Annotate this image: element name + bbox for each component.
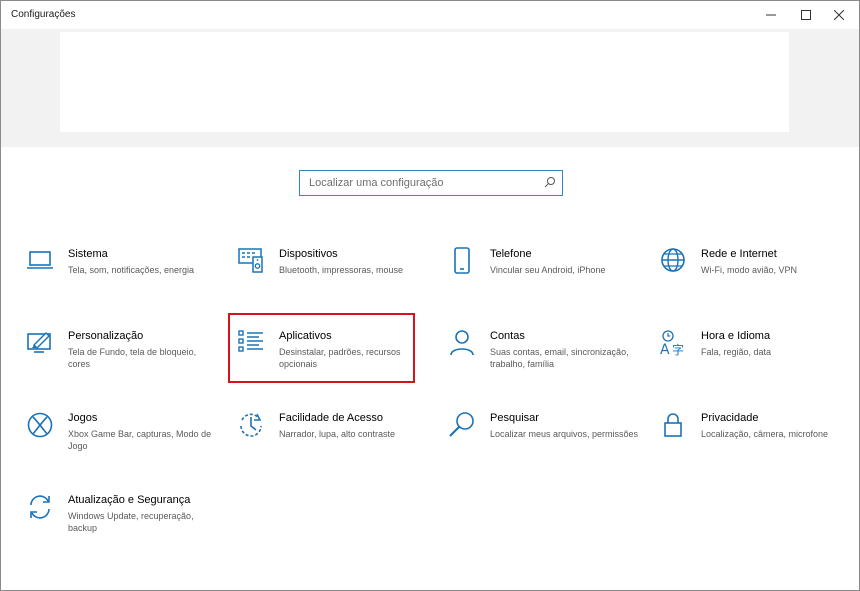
person-icon bbox=[450, 330, 474, 356]
svg-text:字: 字 bbox=[672, 342, 684, 357]
search-box[interactable]: Localizar uma configuração bbox=[299, 170, 563, 196]
title-bar[interactable]: Configurações bbox=[1, 1, 859, 29]
tile-title: Facilidade de Acesso bbox=[279, 412, 383, 424]
search-input[interactable]: Localizar uma configuração bbox=[309, 177, 444, 189]
account-header-card bbox=[60, 32, 789, 132]
tile-description: Vincular seu Android, iPhone bbox=[490, 265, 606, 275]
tile-description: Wi-Fi, modo avião, VPN bbox=[701, 265, 798, 275]
xbox-icon bbox=[27, 412, 53, 438]
close-icon bbox=[834, 10, 844, 20]
tile-description: Narrador, lupa, alto contraste bbox=[279, 429, 396, 439]
tile-title: Privacidade bbox=[701, 412, 759, 424]
tile-dispositivos[interactable]: Dispositivos Bluetooth, impressoras, mou… bbox=[237, 247, 437, 309]
language-icon: A 字 bbox=[660, 330, 684, 357]
tile-telefone[interactable]: Telefone Vincular seu Android, iPhone bbox=[448, 247, 648, 309]
devices-icon bbox=[238, 248, 263, 273]
tile-title: Rede e Internet bbox=[701, 248, 777, 260]
tile-description: Windows Update, recuperação, backup bbox=[68, 511, 194, 533]
tile-title: Telefone bbox=[490, 248, 532, 260]
phone-icon bbox=[454, 247, 470, 274]
tile-personalizacao[interactable]: Personalização Tela de Fundo, tela de bl… bbox=[26, 329, 226, 391]
tile-privacidade[interactable]: Privacidade Localização, câmera, microfo… bbox=[659, 411, 859, 473]
tile-description: Localização, câmera, microfone bbox=[701, 429, 829, 439]
tile-facilidade-acesso[interactable]: Facilidade de Acesso Narrador, lupa, alt… bbox=[237, 411, 437, 473]
magnifier-icon bbox=[449, 412, 474, 437]
tile-title: Sistema bbox=[68, 248, 108, 260]
tile-description: Xbox Game Bar, capturas, Modo de Jogo bbox=[68, 429, 212, 451]
tile-title: Jogos bbox=[68, 412, 98, 424]
tile-description: Suas contas, email, sincronização, traba… bbox=[490, 347, 629, 369]
tile-description: Localizar meus arquivos, permissões bbox=[490, 429, 639, 439]
tile-title: Contas bbox=[490, 330, 525, 342]
maximize-icon bbox=[801, 10, 811, 20]
tile-atualizacao-seguranca[interactable]: Atualização e Segurança Windows Update, … bbox=[26, 493, 226, 555]
tile-description: Bluetooth, impressoras, mouse bbox=[279, 265, 404, 275]
window-title: Configurações bbox=[11, 9, 76, 20]
close-button[interactable] bbox=[819, 1, 859, 29]
highlight-box bbox=[228, 313, 415, 383]
minimize-icon bbox=[766, 14, 776, 16]
minimize-button[interactable] bbox=[751, 1, 791, 29]
sync-icon bbox=[30, 495, 50, 519]
paint-icon bbox=[27, 332, 51, 353]
tile-description: Tela, som, notificações, energia bbox=[68, 265, 195, 275]
header-band bbox=[1, 29, 859, 147]
tile-title: Personalização bbox=[68, 330, 144, 342]
lock-icon bbox=[664, 413, 682, 437]
tile-hora-idioma[interactable]: A 字 Hora e Idioma Fala, região, data bbox=[659, 329, 859, 391]
settings-window: Configurações Localizar uma configuração… bbox=[0, 0, 860, 591]
tile-jogos[interactable]: Jogos Xbox Game Bar, capturas, Modo de J… bbox=[26, 411, 226, 473]
tile-title: Pesquisar bbox=[490, 412, 539, 424]
tile-description: Fala, região, data bbox=[701, 347, 772, 357]
tile-title: Atualização e Segurança bbox=[68, 494, 191, 506]
laptop-icon bbox=[27, 251, 53, 269]
ease-of-access-icon bbox=[240, 413, 262, 437]
tile-title: Hora e Idioma bbox=[701, 330, 771, 342]
tile-rede-internet[interactable]: Rede e Internet Wi-Fi, modo avião, VPN bbox=[659, 247, 859, 309]
tile-pesquisar[interactable]: Pesquisar Localizar meus arquivos, permi… bbox=[448, 411, 648, 473]
svg-text:A: A bbox=[660, 342, 670, 357]
tile-contas[interactable]: Contas Suas contas, email, sincronização… bbox=[448, 329, 648, 391]
tile-sistema[interactable]: Sistema Tela, som, notificações, energia bbox=[26, 247, 226, 309]
globe-icon bbox=[661, 248, 685, 272]
search-icon[interactable] bbox=[544, 176, 556, 188]
tile-title: Dispositivos bbox=[279, 248, 338, 260]
tile-description: Tela de Fundo, tela de bloqueio, cores bbox=[68, 347, 197, 369]
